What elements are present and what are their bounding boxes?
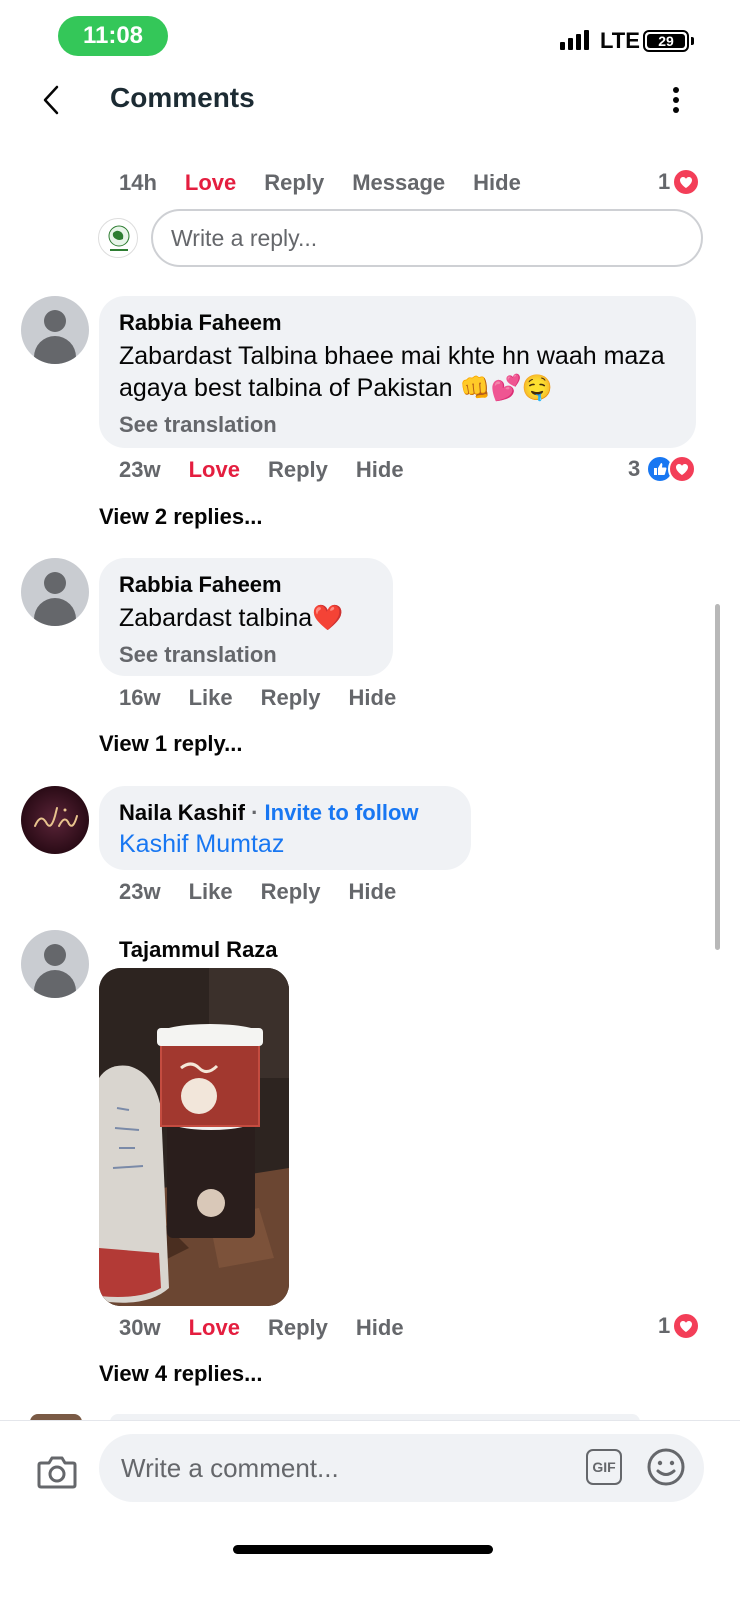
battery-level: 29 (647, 33, 685, 49)
comment-actions: 23w Love Reply Hide (119, 457, 404, 483)
view-replies-link[interactable]: View 2 replies... (99, 504, 262, 530)
heart-icon (672, 1312, 701, 1340)
comment-time: 16w (119, 685, 161, 710)
avatar[interactable] (21, 930, 89, 998)
status-time: 11:08 (58, 16, 168, 56)
comment-author-row: Naila Kashif · Invite to follow (119, 800, 451, 826)
mention-link[interactable]: Kashif Mumtaz (119, 830, 451, 859)
comment-author[interactable]: Naila Kashif (119, 800, 245, 825)
love-button[interactable]: Love (189, 1315, 240, 1341)
camera-icon (37, 1456, 77, 1489)
comment-actions: 16w Like Reply Hide (119, 685, 396, 711)
view-replies-link[interactable]: View 1 reply... (99, 731, 242, 757)
reply-input[interactable]: Write a reply... (151, 209, 703, 267)
see-translation-link[interactable]: See translation (119, 412, 676, 438)
comment-text: Zabardast Talbina bhaee mai khte hn waah… (119, 342, 665, 402)
globe-logo-icon (108, 225, 130, 251)
comment-author[interactable]: Rabbia Faheem (119, 572, 373, 598)
network-label: LTE (600, 28, 640, 53)
reply-button[interactable]: Reply (268, 1315, 328, 1341)
home-indicator[interactable] (233, 1545, 493, 1554)
reply-button[interactable]: Reply (268, 457, 328, 483)
avatar[interactable] (21, 296, 89, 364)
see-translation-link[interactable]: See translation (119, 642, 373, 668)
more-options-button[interactable] (664, 82, 688, 118)
comment-time: 30w (119, 1315, 161, 1340)
page-avatar (98, 218, 138, 258)
message-button[interactable]: Message (352, 170, 445, 196)
comment-bubble: Naila Kashif · Invite to follow Kashif M… (99, 786, 471, 870)
top-thread-actions: 14h Love Reply Message Hide (119, 170, 521, 196)
emoji-button[interactable] (646, 1447, 686, 1487)
comment-time: 23w (119, 457, 161, 482)
battery-icon: 29 (643, 30, 689, 52)
comment-bubble: Rabbia Faheem Zabardast talbina❤️ See tr… (99, 558, 393, 676)
avatar[interactable] (21, 558, 89, 626)
reaction-summary[interactable]: 3 (628, 455, 697, 483)
header: Comments (0, 70, 740, 130)
hide-button[interactable]: Hide (349, 685, 397, 711)
status-bar: 11:08 LTE 29 (0, 0, 740, 70)
comment-photo[interactable] (99, 968, 289, 1306)
reply-button[interactable]: Reply (261, 685, 321, 711)
heart-icon (668, 455, 697, 483)
like-button[interactable]: Like (189, 879, 233, 905)
reaction-count: 1 (658, 1313, 671, 1338)
reaction-count: 1 (658, 169, 671, 194)
hide-button[interactable]: Hide (473, 170, 521, 196)
scrollbar[interactable] (715, 604, 720, 950)
back-button[interactable] (36, 82, 66, 118)
reaction-summary[interactable]: 1 (658, 1312, 701, 1340)
comment-bubble: Rabbia Faheem Zabardast Talbina bhaee ma… (99, 296, 696, 448)
comment-actions: 30w Love Reply Hide (119, 1315, 404, 1341)
product-jars-image (99, 968, 289, 1306)
invite-to-follow-link[interactable]: Invite to follow (265, 800, 419, 825)
comment-time: 23w (119, 879, 161, 904)
reply-button[interactable]: Reply (261, 879, 321, 905)
comment-text: Zabardast talbina❤️ (119, 604, 344, 632)
more-dot (673, 107, 679, 113)
comment-actions: 23w Like Reply Hide (119, 879, 396, 905)
separator-dot: · (251, 800, 259, 825)
smiley-icon (647, 1448, 685, 1486)
hide-button[interactable]: Hide (349, 879, 397, 905)
page-title: Comments (110, 82, 255, 113)
hide-button[interactable]: Hide (356, 457, 404, 483)
comment-time: 14h (119, 170, 157, 195)
gif-button[interactable]: GIF (586, 1449, 622, 1485)
comment-composer: Write a comment... GIF (0, 1420, 740, 1520)
chevron-left-icon (43, 85, 59, 115)
more-dot (673, 87, 679, 93)
comment-author[interactable]: Tajammul Raza (119, 937, 278, 963)
like-button[interactable]: Like (189, 685, 233, 711)
heart-icon (672, 168, 701, 196)
more-dot (673, 97, 679, 103)
calligraphy-icon (34, 807, 78, 827)
love-button[interactable]: Love (189, 457, 240, 483)
battery-cap (691, 37, 694, 45)
avatar[interactable] (21, 786, 89, 854)
camera-button[interactable] (36, 1451, 78, 1493)
view-replies-link[interactable]: View 4 replies... (99, 1361, 262, 1387)
reaction-count: 3 (628, 456, 641, 481)
reply-button[interactable]: Reply (264, 170, 324, 196)
hide-button[interactable]: Hide (356, 1315, 404, 1341)
comment-author[interactable]: Rabbia Faheem (119, 310, 676, 336)
signal-icon (560, 28, 589, 50)
love-button[interactable]: Love (185, 170, 236, 196)
reaction-summary[interactable]: 1 (658, 168, 701, 196)
